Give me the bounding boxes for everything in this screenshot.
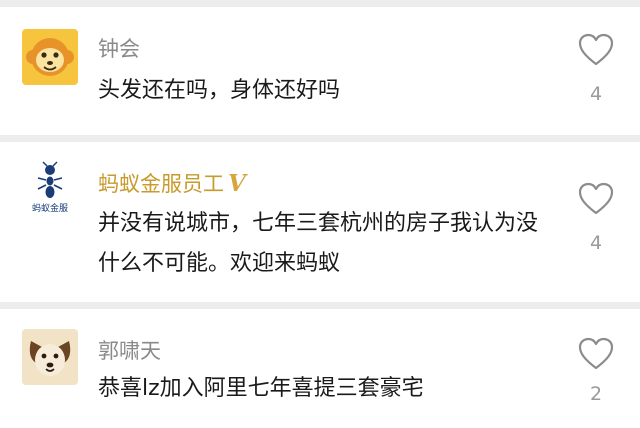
username[interactable]: 蚂蚁金服员工 V (98, 168, 246, 198)
comment-item: 蚂蚁金服 蚂蚁金服员工 V 并没有说城市，七年三套杭州的房子我认为没什么不可能。欢… (0, 142, 640, 302)
comment-item: 钟会 头发还在吗，身体还好吗 4 (0, 7, 640, 135)
like-count: 4 (589, 232, 603, 254)
comment-item: 郭啸天 恭喜lz加入阿里七年喜提三套豪宅 2 (0, 309, 640, 428)
like-count: 2 (589, 383, 603, 405)
username[interactable]: 钟会 (98, 33, 140, 63)
like-count: 4 (589, 83, 603, 105)
user-avatar[interactable] (22, 29, 78, 85)
user-avatar[interactable]: 蚂蚁金服 (22, 160, 78, 216)
comment-text: 恭喜lz加入阿里七年喜提三套豪宅 (98, 376, 424, 401)
dog-face-icon (22, 329, 78, 385)
avatar-label: 蚂蚁金服 (31, 204, 68, 214)
username[interactable]: 郭啸天 (98, 335, 161, 365)
comment-text: 并没有说城市，七年三套杭州的房子我认为没什么不可能。欢迎来蚂蚁 (98, 211, 539, 276)
user-avatar[interactable] (22, 329, 78, 385)
comment-divider (0, 302, 640, 309)
comment-text: 头发还在吗，身体还好吗 (98, 78, 341, 103)
top-divider (0, 0, 640, 7)
username-text: 蚂蚁金服员工 (98, 172, 224, 196)
verified-badge: V (228, 170, 246, 197)
heart-icon[interactable] (578, 337, 614, 371)
comment-divider (0, 135, 640, 142)
heart-icon[interactable] (578, 182, 614, 216)
monkey-face-icon (22, 29, 78, 85)
heart-icon[interactable] (578, 33, 614, 67)
